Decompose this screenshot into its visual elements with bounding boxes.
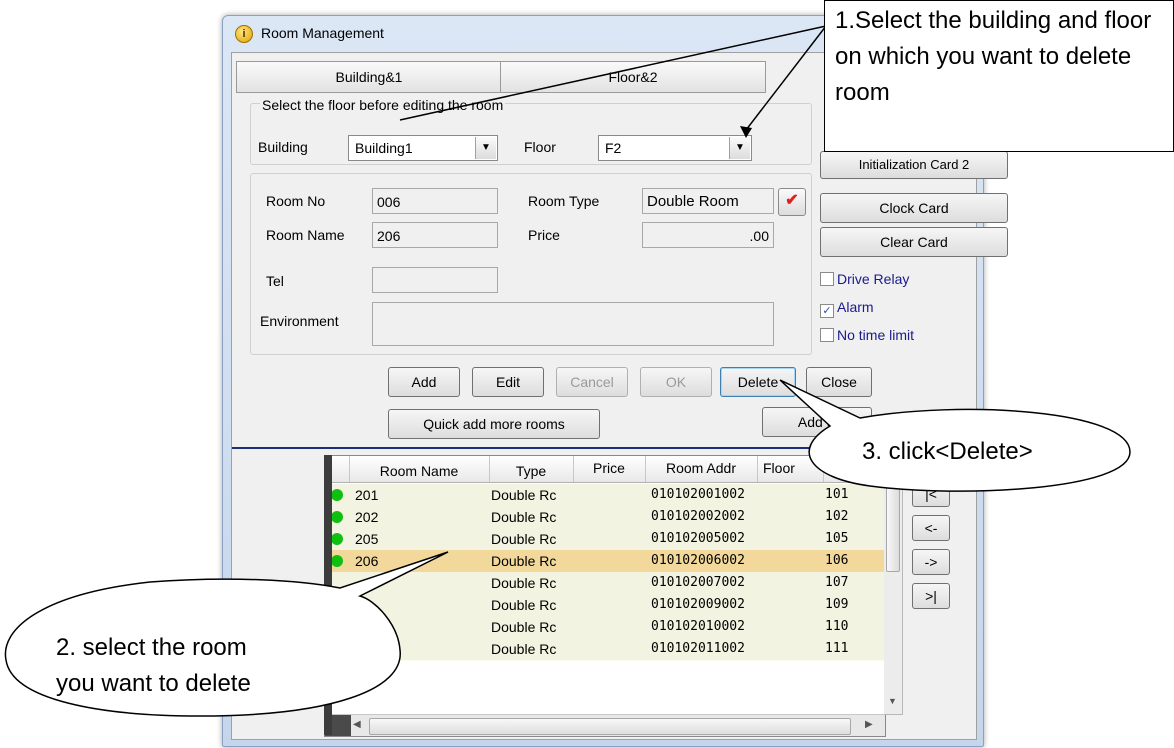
step1-pointer-line-building: [399, 25, 827, 121]
step3-text: 3. click<Delete>: [862, 438, 1033, 465]
step1-note: 1.Select the building and floor on which…: [824, 0, 1174, 152]
step2-text-line2: you want to delete: [56, 670, 251, 697]
arrowhead-icon: [740, 126, 752, 138]
step2-text-line1: 2. select the room: [56, 634, 247, 661]
